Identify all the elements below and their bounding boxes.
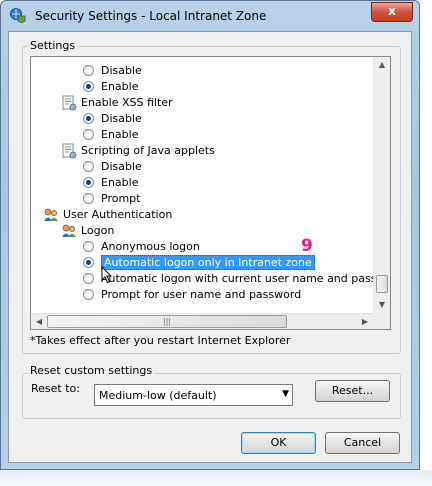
background-strip-bottom (0, 470, 432, 486)
horizontal-scrollbar[interactable]: ◀ ||| ▶ (31, 313, 373, 329)
reset-level-select[interactable]: Medium-low (default) ▼ (94, 384, 293, 406)
title-bar[interactable]: Security Settings - Local Intranet Zone … (1, 1, 419, 31)
setting-category: User Authentication (31, 207, 371, 223)
background-strip (420, 0, 432, 470)
radio-checked[interactable] (83, 113, 94, 124)
option-label: Disable (101, 112, 142, 125)
option-label: Anonymous logon (101, 240, 200, 253)
option-label: Automatic logon with current user name a… (101, 272, 391, 285)
setting-category: Logon (31, 223, 371, 239)
scroll-up-arrow-icon[interactable]: ▲ (374, 57, 390, 73)
setting-option[interactable]: Disable (31, 111, 371, 127)
radio-unchecked[interactable] (83, 273, 94, 284)
chevron-down-icon[interactable]: ▼ (282, 389, 289, 399)
setting-option[interactable]: Prompt (31, 191, 371, 207)
setting-option[interactable]: Disable (31, 159, 371, 175)
restart-note: *Takes effect after you restart Internet… (30, 334, 291, 347)
mouse-cursor-icon (101, 266, 113, 284)
annotation-marker: 9 (301, 236, 313, 256)
script-settings-icon (62, 143, 77, 159)
radio-checked[interactable] (83, 177, 94, 188)
users-icon (44, 208, 58, 221)
users-icon (62, 224, 76, 237)
scrollbar-corner (373, 313, 390, 329)
vertical-scrollbar[interactable]: ▲ ▼ (373, 57, 390, 313)
category-label: Scripting of Java applets (81, 144, 215, 157)
option-label: Disable (101, 160, 142, 173)
scroll-left-arrow-icon[interactable]: ◀ (31, 314, 47, 329)
setting-option[interactable]: Anonymous logon (31, 239, 371, 255)
setting-option[interactable]: Disable (31, 63, 371, 79)
option-label: Enable (101, 80, 139, 93)
option-label: Enable (101, 128, 139, 141)
setting-category: Enable XSS filter (31, 95, 371, 111)
option-label: Automatic logon only in Intranet zone (101, 255, 315, 270)
radio-unchecked[interactable] (83, 289, 94, 300)
scroll-right-arrow-icon[interactable]: ▶ (357, 314, 373, 329)
setting-option[interactable]: Enable (31, 79, 371, 95)
option-label: Enable (101, 176, 139, 189)
setting-option[interactable]: Prompt for user name and password (31, 287, 371, 303)
setting-option[interactable]: Enable (31, 127, 371, 143)
setting-option[interactable]: Enable (31, 175, 371, 191)
script-settings-icon (62, 95, 77, 111)
setting-category: Scripting of Java applets (31, 143, 371, 159)
ok-button[interactable]: OK (241, 432, 316, 454)
window-title: Security Settings - Local Intranet Zone (35, 9, 267, 23)
option-label: Disable (101, 64, 142, 77)
radio-checked[interactable] (83, 81, 94, 92)
close-button[interactable]: x (371, 2, 413, 22)
radio-unchecked[interactable] (83, 241, 94, 252)
reset-legend: Reset custom settings (28, 364, 155, 377)
radio-unchecked[interactable] (83, 129, 94, 140)
radio-checked[interactable] (83, 257, 94, 268)
cancel-button[interactable]: Cancel (325, 432, 400, 454)
reset-button[interactable]: Reset... (315, 380, 390, 402)
category-label: Enable XSS filter (81, 96, 173, 109)
setting-option[interactable]: Automatic logon only in Intranet zone (31, 255, 371, 271)
vertical-scroll-thumb[interactable] (376, 275, 388, 293)
setting-option[interactable]: Automatic logon with current user name a… (31, 271, 390, 287)
reset-level-value: Medium-low (default) (99, 389, 217, 402)
horizontal-scroll-thumb[interactable]: ||| (47, 315, 287, 328)
settings-legend: Settings (28, 39, 78, 52)
category-label: User Authentication (63, 208, 173, 221)
shield-globe-icon (10, 8, 26, 23)
option-label: Prompt for user name and password (101, 288, 302, 301)
reset-to-label: Reset to: (31, 382, 80, 395)
scroll-down-arrow-icon[interactable]: ▼ (374, 297, 390, 313)
category-label: Logon (81, 224, 115, 237)
radio-unchecked[interactable] (83, 65, 94, 76)
radio-unchecked[interactable] (83, 193, 94, 204)
radio-unchecked[interactable] (83, 161, 94, 172)
settings-tree-list[interactable]: Disable Enable Enable XSS filter Disable Ena… (30, 56, 391, 330)
option-label: Prompt (101, 192, 141, 205)
